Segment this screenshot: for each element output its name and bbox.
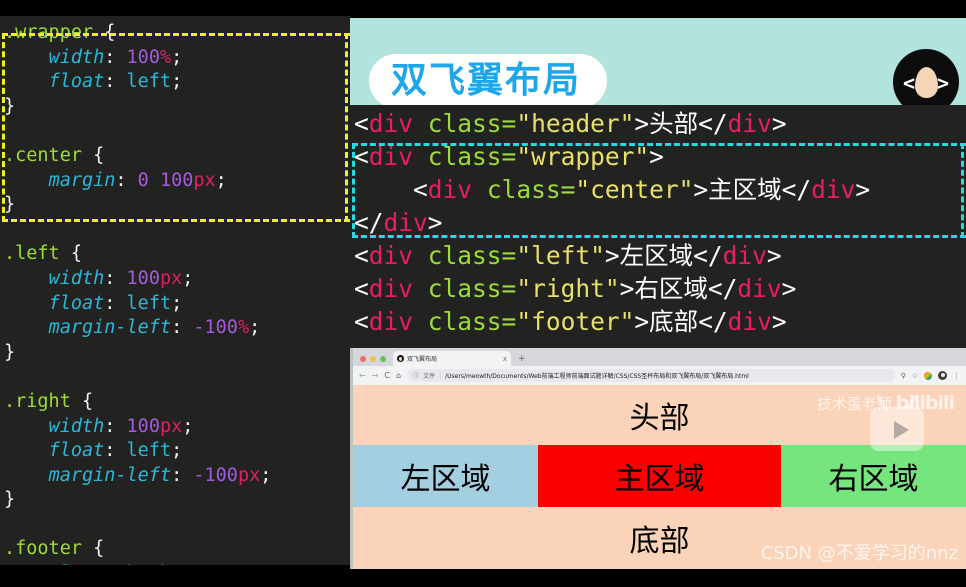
page-region-header: 头部	[353, 385, 966, 445]
profile-avatar[interactable]	[938, 371, 947, 380]
page-region-header-label: 头部	[629, 401, 690, 436]
forward-icon[interactable]: →	[372, 371, 379, 380]
html-highlight-box-wrapper	[352, 143, 966, 238]
site-info-icon[interactable]: ⓘ	[413, 371, 419, 380]
screenshot-root: .wrapper { width: 100%; float: left; } .…	[0, 0, 966, 587]
logo-egg-shape	[914, 66, 938, 98]
bottom-letterbox-bar	[0, 569, 966, 587]
search-icon[interactable]: ⚲	[901, 372, 906, 380]
page-title: 双飞翼布局	[391, 60, 582, 101]
browser-tab[interactable]: 双飞翼布局 x	[393, 351, 511, 366]
chrome-menu-icon[interactable]: ⋮	[953, 372, 960, 380]
omnibox-url: /Users/meowth/Documents/Web前端工程师前端面试题详解/…	[445, 373, 749, 380]
page-region-left: 左区域	[353, 445, 538, 507]
logo-left-bracket: <	[903, 71, 916, 95]
browser-tab-bar: 双飞翼布局 x +	[353, 348, 966, 366]
address-bar[interactable]: ⓘ 文件 | /Users/meowth/Documents/Web前端工程师前…	[407, 369, 895, 382]
page-title-pill: 双飞翼布局	[369, 54, 608, 108]
logo-right-bracket: >	[936, 71, 949, 95]
bookmark-star-icon[interactable]: ☆	[912, 372, 918, 380]
reload-icon[interactable]: C	[384, 371, 390, 380]
css-highlight-box-wrapper-center	[2, 33, 350, 222]
page-region-center-label: 主区域	[614, 462, 705, 497]
tab-close-icon[interactable]: x	[503, 355, 507, 363]
back-icon[interactable]: ←	[359, 371, 366, 380]
home-icon[interactable]: ⌂	[396, 371, 401, 380]
html-highlight-box-right-edge	[961, 143, 966, 238]
right-panel: 双飞翼布局 < > <div class="header">头部</div> <…	[350, 0, 966, 587]
rendered-page: 头部 左区域 主区域 右区域 底部 技术蛋老师 bilibili CSDN @不…	[353, 385, 966, 569]
new-tab-button[interactable]: +	[511, 354, 526, 366]
window-traffic-lights[interactable]	[353, 356, 393, 366]
omnibox-scheme-label: 文件	[423, 373, 436, 380]
page-region-right: 右区域	[781, 445, 966, 507]
close-window-button[interactable]	[360, 356, 366, 362]
browser-toolbar: ← → C ⌂ ⓘ 文件 | /Users/meowth/Documents/W…	[353, 366, 966, 385]
css-code-panel[interactable]: .wrapper { width: 100%; float: left; } .…	[0, 16, 350, 565]
page-middle-row: 左区域 主区域 右区域	[353, 445, 966, 507]
page-region-right-label: 右区域	[828, 462, 919, 497]
tab-title: 双飞翼布局	[407, 356, 438, 363]
page-region-footer: 底部	[353, 507, 966, 569]
browser-window[interactable]: 双飞翼布局 x + ← → C ⌂ ⓘ 文件 | /Users/meowth/D…	[350, 348, 966, 569]
omnibox-separator: |	[439, 372, 442, 379]
top-letterbox-bar	[0, 0, 350, 16]
title-band: 双飞翼布局 < >	[350, 18, 966, 115]
extension-icon[interactable]	[924, 371, 932, 380]
page-region-left-label: 左区域	[400, 462, 491, 497]
page-region-footer-label: 底部	[629, 524, 690, 559]
minimize-window-button[interactable]	[370, 356, 376, 362]
page-region-center: 主区域	[538, 445, 781, 507]
maximize-window-button[interactable]	[380, 356, 386, 362]
tab-favicon-icon	[397, 355, 404, 362]
